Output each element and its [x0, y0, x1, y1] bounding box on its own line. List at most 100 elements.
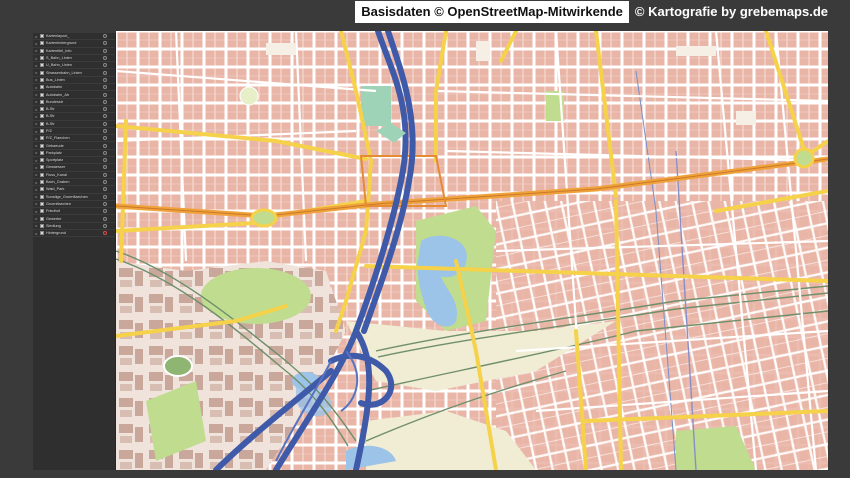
layer-row[interactable]: ▸ Wald_Park: [33, 186, 115, 194]
expand-arrow-icon[interactable]: ▸: [34, 187, 39, 192]
visibility-toggle-icon[interactable]: [103, 216, 107, 221]
layer-thumbnail: [40, 194, 44, 199]
layer-row[interactable]: ▸ P/Z: [33, 128, 115, 136]
expand-arrow-icon[interactable]: ▸: [34, 129, 39, 134]
layer-row[interactable]: ▸ U_Bahn_Linien: [33, 62, 115, 70]
expand-arrow-icon[interactable]: ▸: [34, 56, 39, 61]
visibility-toggle-icon[interactable]: [103, 201, 107, 206]
visibility-toggle-icon[interactable]: [103, 172, 107, 177]
layer-label: Bus_Linien: [46, 77, 65, 82]
layer-row[interactable]: ▸ Kartenhintergrund: [33, 40, 115, 48]
expand-arrow-icon[interactable]: ▸: [34, 70, 39, 75]
layer-row[interactable]: ▸ Bach_Graben: [33, 179, 115, 187]
visibility-toggle-icon[interactable]: [103, 165, 107, 170]
visibility-toggle-icon[interactable]: [103, 99, 107, 104]
expand-arrow-icon[interactable]: ▸: [34, 121, 39, 126]
park-north: [361, 86, 391, 126]
visibility-toggle-icon[interactable]: [103, 34, 107, 39]
visibility-toggle-icon[interactable]: [103, 180, 107, 185]
expand-arrow-icon[interactable]: ▸: [34, 143, 39, 148]
layer-row[interactable]: ▸ Sportplatz: [33, 157, 115, 165]
visibility-toggle-icon[interactable]: [103, 121, 107, 126]
expand-arrow-icon[interactable]: ▸: [34, 180, 39, 185]
expand-arrow-icon[interactable]: ▸: [34, 231, 39, 236]
visibility-toggle-icon[interactable]: [103, 114, 107, 119]
layer-label: Siedlung: [46, 223, 61, 228]
visibility-toggle-icon[interactable]: [103, 158, 107, 163]
layer-row[interactable]: ▸ Parkplatz: [33, 150, 115, 158]
visibility-toggle-icon[interactable]: [103, 48, 107, 53]
layer-row[interactable]: ▸ B-Str: [33, 113, 115, 121]
layer-row[interactable]: ▸ Autobahn: [33, 84, 115, 92]
layer-row[interactable]: ▸ Kartentitel_Info: [33, 48, 115, 55]
expand-arrow-icon[interactable]: ▸: [34, 165, 39, 170]
layer-row[interactable]: ▸ Hintergrund: [33, 230, 115, 238]
layer-thumbnail: [40, 92, 44, 97]
visibility-toggle-icon[interactable]: [103, 77, 107, 82]
expand-arrow-icon[interactable]: ▸: [34, 158, 39, 163]
layer-row[interactable]: ▸ Fluss_Kanal: [33, 172, 115, 179]
layer-thumbnail: [40, 48, 44, 53]
layer-thumbnail: [40, 114, 44, 119]
visibility-toggle-icon[interactable]: [103, 143, 107, 148]
layer-row[interactable]: ▸ Sonstige_Gruenflaechen: [33, 194, 115, 201]
expand-arrow-icon[interactable]: ▸: [34, 92, 39, 97]
layer-row[interactable]: ▸ Bundesstr: [33, 99, 115, 106]
expand-arrow-icon[interactable]: ▸: [34, 77, 39, 82]
layer-row[interactable]: ▸ Bus_Linien: [33, 77, 115, 85]
layer-thumbnail: [40, 85, 44, 90]
visibility-toggle-icon[interactable]: [103, 107, 107, 112]
layer-row[interactable]: ▸ B-Str: [33, 121, 115, 128]
visibility-toggle-icon[interactable]: [103, 231, 107, 236]
expand-arrow-icon[interactable]: ▸: [34, 136, 39, 141]
attribution-banner: Basisdaten © OpenStreetMap-Mitwirkende ©…: [355, 0, 850, 24]
expand-arrow-icon[interactable]: ▸: [34, 63, 39, 68]
layer-row[interactable]: ▸ Gewaesser: [33, 164, 115, 172]
expand-arrow-icon[interactable]: ▸: [34, 85, 39, 90]
visibility-toggle-icon[interactable]: [103, 92, 107, 97]
visibility-toggle-icon[interactable]: [103, 56, 107, 61]
expand-arrow-icon[interactable]: ▸: [34, 99, 39, 104]
layer-row[interactable]: ▸ S_Bahn_Linien: [33, 55, 115, 63]
visibility-toggle-icon[interactable]: [103, 136, 107, 141]
layer-row[interactable]: ▸ B-Str: [33, 106, 115, 114]
roundabout-west: [250, 208, 278, 228]
expand-arrow-icon[interactable]: ▸: [34, 201, 39, 206]
visibility-toggle-icon[interactable]: [103, 223, 107, 228]
expand-arrow-icon[interactable]: ▸: [34, 223, 39, 228]
layer-row[interactable]: ▸ Gewerbe: [33, 215, 115, 223]
visibility-toggle-icon[interactable]: [103, 150, 107, 155]
visibility-toggle-icon[interactable]: [103, 41, 107, 46]
layer-label: P/Z_Flaechen: [46, 136, 70, 141]
layer-row[interactable]: ▸ Siedlung: [33, 223, 115, 231]
layer-row[interactable]: ▸ Friedhof: [33, 208, 115, 216]
expand-arrow-icon[interactable]: ▸: [34, 114, 39, 119]
visibility-toggle-icon[interactable]: [103, 85, 107, 90]
visibility-toggle-icon[interactable]: [103, 129, 107, 133]
layer-row[interactable]: ▸ P/Z_Flaechen: [33, 135, 115, 143]
layer-thumbnail: [40, 216, 44, 221]
visibility-toggle-icon[interactable]: [103, 194, 107, 199]
layer-row[interactable]: ▸ Kartenlayout_: [33, 33, 115, 41]
visibility-toggle-icon[interactable]: [103, 209, 107, 214]
expand-arrow-icon[interactable]: ▸: [34, 48, 39, 53]
layer-row[interactable]: ▸ Autobahn_Ab: [33, 91, 115, 99]
layer-label: Parkplatz: [46, 150, 62, 155]
expand-arrow-icon[interactable]: ▸: [34, 34, 39, 39]
expand-arrow-icon[interactable]: ▸: [34, 150, 39, 155]
expand-arrow-icon[interactable]: ▸: [34, 41, 39, 46]
expand-arrow-icon[interactable]: ▸: [34, 107, 39, 112]
layer-row[interactable]: ▸ Gruenflaechen: [33, 201, 115, 209]
layer-thumbnail: [40, 99, 44, 104]
layer-row[interactable]: ▸ Strassenbahn_Linien: [33, 69, 115, 77]
layer-label: Autobahn_Ab: [46, 92, 70, 97]
visibility-toggle-icon[interactable]: [103, 187, 107, 192]
layer-row[interactable]: ▸ Gebaeude: [33, 142, 115, 150]
city-map[interactable]: [116, 31, 828, 470]
expand-arrow-icon[interactable]: ▸: [34, 209, 39, 214]
expand-arrow-icon[interactable]: ▸: [34, 172, 39, 177]
expand-arrow-icon[interactable]: ▸: [34, 216, 39, 221]
visibility-toggle-icon[interactable]: [103, 70, 107, 75]
expand-arrow-icon[interactable]: ▸: [34, 194, 39, 199]
visibility-toggle-icon[interactable]: [103, 63, 107, 68]
